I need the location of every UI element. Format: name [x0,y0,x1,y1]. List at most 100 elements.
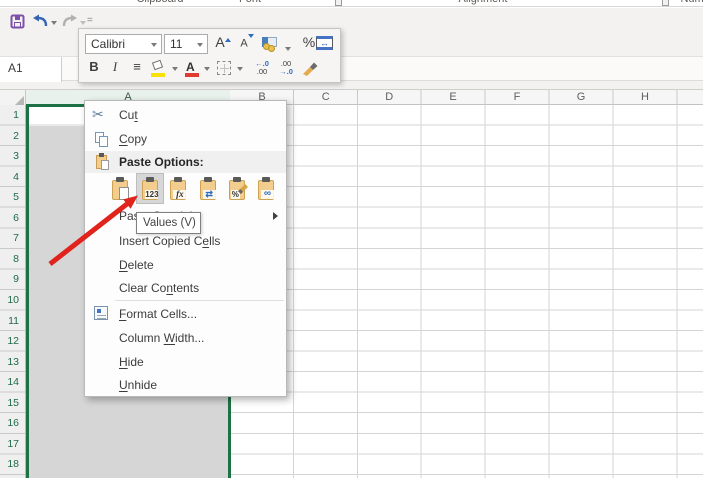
column-header-h[interactable]: H [613,90,677,105]
increase-decimal-icon[interactable]: ←.0.00 [251,60,273,76]
paste-transpose-icon[interactable]: ⇄ [195,175,223,203]
menu-item-label: Delete [119,258,154,272]
row-header-9[interactable]: 9 [0,273,25,285]
paste-values-icon[interactable]: 123 [136,173,165,204]
column-header-c[interactable]: C [294,90,358,105]
clipboard-icon [92,153,112,171]
row-header-10[interactable]: 10 [0,294,25,306]
excel-window: ClipboardFontAlignmentNumber = A1 ABCDEF… [0,0,703,478]
select-all-triangle-icon [15,96,24,105]
save-icon[interactable] [10,14,25,34]
row-header-3[interactable]: 3 [0,150,25,162]
undo-dropdown-icon[interactable] [51,21,57,28]
selection-border-left [26,104,29,478]
menu-item-label: Hide [119,354,144,369]
column-width-icon[interactable]: ↔ [316,34,336,54]
row-header-8[interactable]: 8 [0,253,25,265]
borders-icon[interactable] [217,59,235,77]
row-header-15[interactable]: 15 [0,397,25,409]
context-menu: ✂CutCopyPaste Options:123fx⇄%∞Paste Spec… [84,100,287,397]
ribbon-group-label: Number [680,0,703,5]
font-size-dropdown-icon[interactable] [197,43,203,50]
row-header-13[interactable]: 13 [0,356,25,368]
row-header-12[interactable]: 12 [0,335,25,347]
font-name-combo[interactable]: Calibri [85,34,162,54]
menu-item-column-width[interactable]: Column Width... [85,326,286,350]
dialog-launcher-icon[interactable] [335,0,342,6]
grow-font-icon[interactable]: A [212,34,234,54]
shrink-font-icon[interactable]: A [236,34,258,54]
italic-icon[interactable]: I [109,59,121,79]
scissors-icon: ✂ [92,106,104,122]
ribbon-group-label: Clipboard [136,0,183,5]
menu-item-label: Copy [119,132,148,146]
format-painter-icon[interactable] [301,61,319,82]
row-header-2[interactable]: 2 [0,130,25,142]
font-color-dropdown-icon[interactable] [204,67,210,74]
vertical-gridlines [230,105,703,478]
row-header-17[interactable]: 17 [0,438,25,450]
menu-item-label: Format Cells... [119,307,198,321]
select-all-corner[interactable] [0,90,26,106]
center-align-icon[interactable]: ≡ [129,59,145,79]
row-header-7[interactable]: 7 [0,232,25,244]
row-header-11[interactable]: 11 [0,315,25,327]
bold-icon[interactable]: B [87,59,101,79]
paste-link-icon[interactable]: ∞ [253,175,281,203]
borders-dropdown-icon[interactable] [237,67,243,74]
row-header-1[interactable]: 1 [0,109,25,121]
menu-item-format-cells[interactable]: Format Cells... [85,302,286,326]
ribbon-group-label: Alignment [459,0,508,5]
font-size-combo[interactable]: 11 [164,34,208,54]
menu-item-label: Insert Copied Cells [119,233,221,248]
ribbon-group-label: Font [239,0,261,5]
fill-color-dropdown-icon[interactable] [172,67,178,74]
column-header-g[interactable]: G [549,90,613,105]
paste-formulas-icon[interactable]: fx [165,175,193,203]
row-header-5[interactable]: 5 [0,191,25,203]
undo-icon[interactable] [32,14,49,33]
submenu-arrow-icon [273,212,278,220]
column-header-e[interactable]: E [421,90,485,105]
paste-formatting-icon[interactable]: % [224,175,252,203]
menu-item-label: Cut [119,108,138,122]
dialog-launcher-icon[interactable] [662,0,669,6]
font-size-value: 11 [170,37,183,51]
menu-item-clear-contents[interactable]: Clear Contents [85,277,286,299]
fill-color-icon[interactable] [151,59,169,78]
menu-separator [115,300,284,301]
menu-item-delete[interactable]: Delete [85,253,286,277]
menu-item-unhide[interactable]: Unhide [85,373,286,396]
decrease-decimal-icon[interactable]: .00 →.0 [275,60,297,76]
menu-item-copy[interactable]: Copy [85,127,286,151]
column-header-f[interactable]: F [485,90,549,105]
copy-icon [92,130,112,148]
redo-icon[interactable] [61,14,78,33]
row-header-14[interactable]: 14 [0,376,25,388]
menu-item-label: Column Width... [119,331,205,345]
row-header-strip: 12345678910111213141516171819 [0,105,26,478]
ribbon-group-strip: Clipboard Font Alignment Number [0,0,703,7]
menu-item-paste-options: Paste Options: [85,151,286,173]
mini-toolbar: Calibri 11 A A % , ↔ B I ≡ [78,28,341,83]
row-header-6[interactable]: 6 [0,212,25,224]
font-color-icon[interactable]: A [185,60,203,78]
row-header-16[interactable]: 16 [0,417,25,429]
menu-item-hide[interactable]: Hide [85,350,286,373]
equals-icon: = [87,15,93,26]
format-cells-icon [92,305,112,323]
redo-dropdown-icon[interactable] [80,21,86,28]
column-header-d[interactable]: D [358,90,422,105]
name-box[interactable]: A1 [0,57,62,82]
row-header-18[interactable]: 18 [0,458,25,470]
paste-icon[interactable] [107,175,135,203]
menu-item-label: Paste Options: [119,155,204,169]
column-header-partial[interactable] [677,90,703,105]
accounting-dropdown-icon[interactable] [285,47,291,54]
tooltip: Values (V) [136,212,201,234]
font-name-dropdown-icon[interactable] [151,43,157,50]
menu-item-label: Clear Contents [119,281,200,295]
menu-item-cut[interactable]: ✂ Cut [85,103,286,127]
row-header-4[interactable]: 4 [0,171,25,183]
menu-item-paste-options-row[interactable]: 123 fx ⇄% ∞ [85,173,286,204]
